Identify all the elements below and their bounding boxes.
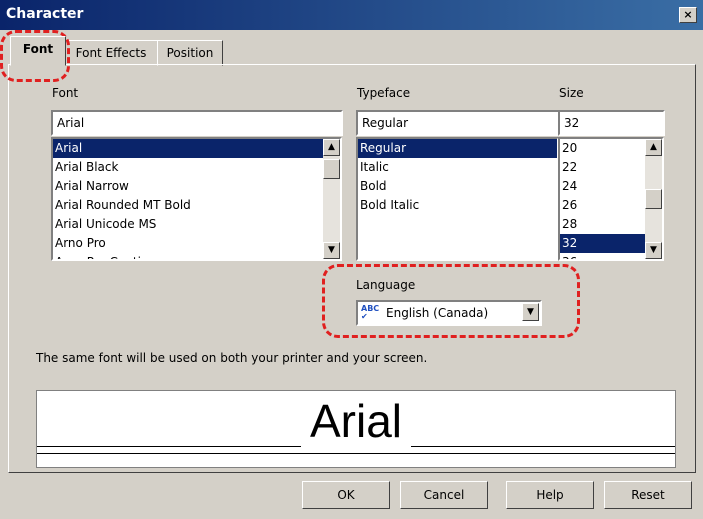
tab-font-effects[interactable]: Font Effects: [64, 40, 158, 66]
scroll-down-icon[interactable]: ▼: [645, 242, 662, 259]
list-item[interactable]: Arial: [53, 139, 340, 158]
font-list-scrollbar[interactable]: ▲ ▼: [323, 139, 340, 259]
list-item[interactable]: Arial Unicode MS: [53, 215, 340, 234]
scroll-up-icon[interactable]: ▲: [645, 139, 662, 156]
typeface-input[interactable]: Regular: [356, 110, 560, 136]
tab-position[interactable]: Position: [157, 40, 223, 66]
list-item[interactable]: Arial Black: [53, 158, 340, 177]
size-list[interactable]: 20 22 24 26 28 32 36 ▲ ▼: [558, 137, 664, 261]
reset-button[interactable]: Reset: [604, 481, 692, 509]
list-item[interactable]: Arial Rounded MT Bold: [53, 196, 340, 215]
preview-text: Arial: [301, 393, 411, 449]
font-label: Font: [52, 86, 79, 100]
font-preview: Arial: [36, 390, 676, 468]
tab-font[interactable]: Font: [10, 36, 66, 66]
language-highlight: [322, 264, 580, 338]
ok-button[interactable]: OK: [302, 481, 390, 509]
list-item[interactable]: Arno Pro: [53, 234, 340, 253]
list-item[interactable]: Arno Pro Caption: [53, 253, 340, 259]
font-name-input[interactable]: Arial: [51, 110, 343, 136]
info-text: The same font will be used on both your …: [36, 351, 428, 365]
typeface-label: Typeface: [357, 86, 411, 100]
scroll-up-icon[interactable]: ▲: [323, 139, 340, 156]
cancel-button[interactable]: Cancel: [400, 481, 488, 509]
font-list[interactable]: Arial Arial Black Arial Narrow Arial Rou…: [51, 137, 342, 261]
help-button[interactable]: Help: [506, 481, 594, 509]
list-item[interactable]: Bold Italic: [358, 196, 557, 215]
title-bar[interactable]: Character ×: [0, 0, 703, 30]
scroll-thumb[interactable]: [323, 159, 340, 179]
size-input[interactable]: 32: [558, 110, 665, 136]
size-label: Size: [559, 86, 584, 100]
list-item[interactable]: Italic: [358, 158, 557, 177]
scroll-thumb[interactable]: [645, 189, 662, 209]
size-list-scrollbar[interactable]: ▲ ▼: [645, 139, 662, 259]
list-item[interactable]: Bold: [358, 177, 557, 196]
descender-line: [37, 453, 675, 454]
list-item[interactable]: Arial Narrow: [53, 177, 340, 196]
typeface-list[interactable]: Regular Italic Bold Bold Italic: [356, 137, 559, 261]
scroll-down-icon[interactable]: ▼: [323, 242, 340, 259]
list-item[interactable]: Regular: [358, 139, 557, 158]
window-title: Character: [6, 6, 84, 22]
close-button[interactable]: ×: [679, 7, 697, 23]
character-dialog: Character × Font Font Effects Position F…: [0, 0, 703, 519]
